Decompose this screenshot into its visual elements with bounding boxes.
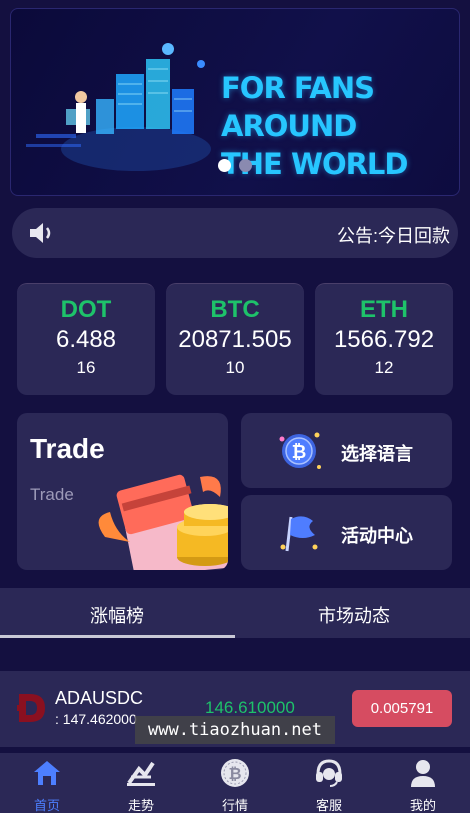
home-icon [34, 761, 60, 785]
headset-icon [316, 759, 342, 787]
svg-text:₿: ₿ [228, 764, 241, 783]
coin-price: 1566.792 [333, 326, 435, 353]
tab-gainers[interactable]: 涨幅榜 [90, 602, 144, 628]
coin-price: 6.488 [55, 326, 117, 353]
nav-home[interactable]: 首页 [0, 753, 94, 813]
active-tab-indicator [0, 635, 235, 638]
nav-quotes[interactable]: ₿ 行情 [188, 753, 282, 813]
coin-symbol: BTC [210, 296, 260, 323]
coin-card-eth[interactable]: ETH 1566.792 12 [315, 283, 453, 395]
pair-change-badge[interactable]: 0.005791 [352, 690, 452, 727]
bitcoin-coin-icon: ₿ [221, 759, 249, 787]
banner-line-2: THE WORLD [221, 147, 408, 181]
trade-subtitle: Trade [30, 485, 74, 504]
announcement-text: 公告:今日回款 [337, 226, 451, 246]
carousel-dots [218, 159, 252, 172]
banner-line-1: FOR FANS AROUND [221, 71, 375, 143]
pair-volume: : 147.462000 [55, 711, 137, 727]
carousel-dot-1[interactable] [218, 159, 231, 172]
nav-profile[interactable]: 我的 [376, 753, 470, 813]
coin-card-dot[interactable]: DOT 6.488 16 [17, 283, 155, 395]
coin-change: 10 [225, 358, 245, 377]
bottom-navigation: 首页 走势 ₿ 行情 客服 我的 [0, 753, 470, 813]
coin-logo-icon [17, 694, 45, 722]
data-center-illustration [26, 43, 211, 171]
select-language-card[interactable]: ₿ 选择语言 [241, 413, 452, 488]
trade-card[interactable]: Trade Trade [17, 413, 228, 570]
promo-banner[interactable]: FOR FANS AROUND THE WORLD [10, 8, 460, 196]
bitcoin-globe-icon: ₿ [279, 432, 321, 469]
announcement-bar[interactable]: 公告:今日回款 [12, 208, 458, 258]
bank-card-coins-illustration [98, 474, 228, 570]
pair-name: ADAUSDC [55, 688, 144, 708]
banner-headline: FOR FANS AROUND THE WORLD [221, 69, 456, 183]
nav-service[interactable]: 客服 [282, 753, 376, 813]
flag-icon [280, 516, 318, 552]
market-tabs: 涨幅榜 市场动态 [0, 588, 470, 638]
activity-center-card[interactable]: 活动中心 [241, 495, 452, 570]
activity-center-label: 活动中心 [341, 526, 413, 546]
nav-trend[interactable]: 走势 [94, 753, 188, 813]
carousel-dot-2[interactable] [239, 159, 252, 172]
speaker-icon [30, 223, 51, 243]
watermark: www.tiaozhuan.net [135, 716, 335, 744]
nav-label: 我的 [409, 798, 436, 813]
select-language-label: 选择语言 [341, 444, 413, 464]
nav-label: 客服 [315, 798, 342, 813]
coin-price: 20871.505 [178, 326, 292, 353]
tab-market-news[interactable]: 市场动态 [318, 602, 390, 628]
pair-price: 146.610000 [205, 698, 295, 717]
trend-icon [127, 761, 155, 786]
coin-change: 12 [374, 358, 394, 377]
nav-label: 行情 [221, 798, 248, 813]
user-icon [411, 760, 435, 787]
coin-symbol: DOT [60, 296, 112, 323]
nav-label: 走势 [127, 798, 154, 813]
coin-change: 16 [76, 358, 96, 377]
coin-card-btc[interactable]: BTC 20871.505 10 [166, 283, 304, 395]
coin-symbol: ETH [360, 296, 408, 323]
nav-label: 首页 [33, 798, 60, 813]
svg-text:₿: ₿ [292, 442, 307, 463]
